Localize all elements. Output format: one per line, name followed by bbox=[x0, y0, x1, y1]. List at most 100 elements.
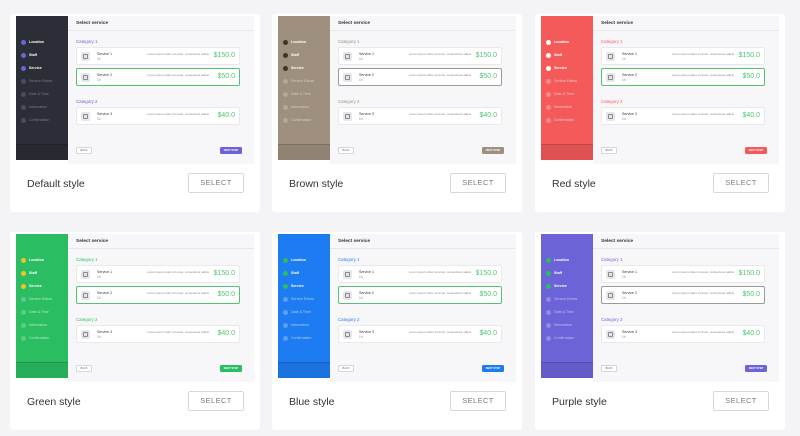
step-item[interactable]: Service Extras bbox=[21, 295, 52, 303]
step-item[interactable]: Service bbox=[21, 282, 42, 290]
step-item[interactable]: Date & Time bbox=[21, 90, 49, 98]
next-step-button[interactable]: NEXT STEP bbox=[745, 365, 767, 372]
step-item[interactable]: Date & Time bbox=[283, 308, 311, 316]
step-indicator-icon bbox=[546, 257, 551, 263]
step-item[interactable]: Location bbox=[546, 38, 569, 46]
step-item[interactable]: Location bbox=[21, 38, 44, 46]
step-item[interactable]: Confirmation bbox=[21, 116, 49, 124]
next-step-button[interactable]: NEXT STEP bbox=[220, 365, 242, 372]
back-button[interactable]: BACK bbox=[338, 147, 354, 154]
service-row[interactable]: Service 2 1h Lorem ipsum dolor sit amet, c… bbox=[338, 68, 502, 86]
step-item[interactable]: Information bbox=[546, 321, 572, 329]
back-button[interactable]: BACK bbox=[601, 365, 617, 372]
select-button[interactable]: SELECT bbox=[450, 173, 506, 193]
service-row[interactable]: Service 1 1h Lorem ipsum dolor sit amet, c… bbox=[76, 265, 240, 283]
step-item[interactable]: Location bbox=[546, 256, 569, 264]
step-item[interactable]: Service Extras bbox=[21, 77, 52, 85]
step-item[interactable]: Confirmation bbox=[546, 334, 574, 342]
step-item[interactable]: Information bbox=[21, 321, 47, 329]
step-item[interactable]: Date & Time bbox=[546, 308, 574, 316]
step-item[interactable]: Date & Time bbox=[283, 90, 311, 98]
select-button[interactable]: SELECT bbox=[188, 173, 244, 193]
service-row[interactable]: Service 1 1h Lorem ipsum dolor sit amet, c… bbox=[76, 47, 240, 65]
service-row[interactable]: Service 1 1h Lorem ipsum dolor sit amet, c… bbox=[338, 47, 502, 65]
step-item[interactable]: Staff bbox=[21, 51, 37, 59]
step-label: Confirmation bbox=[29, 336, 50, 340]
step-item[interactable]: Information bbox=[283, 321, 309, 329]
back-button[interactable]: BACK bbox=[601, 147, 617, 154]
service-name: Service 1 bbox=[359, 52, 374, 56]
service-row[interactable]: Service 2 1h Lorem ipsum dolor sit amet, c… bbox=[76, 286, 240, 304]
service-duration: 1h bbox=[359, 296, 363, 300]
step-item[interactable]: Confirmation bbox=[283, 334, 311, 342]
step-item[interactable]: Staff bbox=[21, 269, 37, 277]
preview-sidebar: Location Staff Service Service Extras Date &… bbox=[541, 16, 593, 160]
step-item[interactable]: Date & Time bbox=[546, 90, 574, 98]
service-duration: 1h bbox=[622, 78, 626, 82]
step-item[interactable]: Information bbox=[283, 103, 309, 111]
service-row[interactable]: Service 2 1h Lorem ipsum dolor sit amet, c… bbox=[601, 286, 765, 304]
step-item[interactable]: Location bbox=[21, 256, 44, 264]
back-button[interactable]: BACK bbox=[76, 365, 92, 372]
step-label: Information bbox=[554, 323, 572, 327]
service-row[interactable]: Service 3 1h Lorem ipsum dolor sit amet, c… bbox=[601, 107, 765, 125]
step-item[interactable]: Service bbox=[21, 64, 42, 72]
service-row[interactable]: Service 2 1h Lorem ipsum dolor sit amet, c… bbox=[338, 286, 502, 304]
step-item[interactable]: Confirmation bbox=[283, 116, 311, 124]
step-item[interactable]: Service Extras bbox=[283, 77, 314, 85]
step-label: Confirmation bbox=[291, 118, 312, 122]
header-divider bbox=[330, 248, 516, 249]
select-button[interactable]: SELECT bbox=[713, 173, 769, 193]
style-name: Default style bbox=[27, 178, 85, 190]
service-row[interactable]: Service 3 1h Lorem ipsum dolor sit amet, c… bbox=[76, 325, 240, 343]
step-item[interactable]: Staff bbox=[546, 51, 562, 59]
header-divider bbox=[68, 248, 254, 249]
step-item[interactable]: Information bbox=[546, 103, 572, 111]
step-item[interactable]: Staff bbox=[283, 51, 299, 59]
step-indicator-icon bbox=[283, 309, 288, 315]
select-button[interactable]: SELECT bbox=[713, 391, 769, 411]
service-row[interactable]: Service 3 1h Lorem ipsum dolor sit amet, c… bbox=[601, 325, 765, 343]
next-step-button[interactable]: NEXT STEP bbox=[482, 147, 504, 154]
step-label: Staff bbox=[29, 53, 37, 57]
select-button[interactable]: SELECT bbox=[450, 391, 506, 411]
step-item[interactable]: Date & Time bbox=[21, 308, 49, 316]
service-price: $40.0 bbox=[217, 112, 235, 119]
next-step-button[interactable]: NEXT STEP bbox=[745, 147, 767, 154]
step-indicator-icon bbox=[21, 270, 26, 276]
service-row[interactable]: Service 3 1h Lorem ipsum dolor sit amet, c… bbox=[76, 107, 240, 125]
step-item[interactable]: Confirmation bbox=[21, 334, 49, 342]
step-label: Confirmation bbox=[554, 336, 575, 340]
service-row[interactable]: Service 2 1h Lorem ipsum dolor sit amet, c… bbox=[601, 68, 765, 86]
service-row[interactable]: Service 3 1h Lorem ipsum dolor sit amet, c… bbox=[338, 107, 502, 125]
select-button[interactable]: SELECT bbox=[188, 391, 244, 411]
step-indicator-icon bbox=[283, 270, 288, 276]
step-item[interactable]: Staff bbox=[283, 269, 299, 277]
service-row[interactable]: Service 1 1h Lorem ipsum dolor sit amet, c… bbox=[601, 265, 765, 283]
step-item[interactable]: Confirmation bbox=[546, 116, 574, 124]
service-row[interactable]: Service 2 1h Lorem ipsum dolor sit amet, c… bbox=[76, 68, 240, 86]
back-button[interactable]: BACK bbox=[76, 147, 92, 154]
sidebar-footer bbox=[541, 362, 593, 378]
step-item[interactable]: Service Extras bbox=[546, 295, 577, 303]
service-image-icon bbox=[606, 112, 615, 121]
step-item[interactable]: Staff bbox=[546, 269, 562, 277]
service-row[interactable]: Service 3 1h Lorem ipsum dolor sit amet, c… bbox=[338, 325, 502, 343]
step-item[interactable]: Service bbox=[546, 282, 567, 290]
step-item[interactable]: Location bbox=[283, 256, 306, 264]
service-row[interactable]: Service 1 1h Lorem ipsum dolor sit amet, c… bbox=[601, 47, 765, 65]
step-item[interactable]: Service Extras bbox=[546, 77, 577, 85]
preview-title: Select service bbox=[338, 21, 371, 26]
category-heading: Category 1 bbox=[601, 257, 623, 262]
step-item[interactable]: Service bbox=[283, 282, 304, 290]
service-name: Service 3 bbox=[622, 330, 637, 334]
step-item[interactable]: Service Extras bbox=[283, 295, 314, 303]
step-item[interactable]: Location bbox=[283, 38, 306, 46]
next-step-button[interactable]: NEXT STEP bbox=[220, 147, 242, 154]
step-item[interactable]: Information bbox=[21, 103, 47, 111]
service-row[interactable]: Service 1 1h Lorem ipsum dolor sit amet, c… bbox=[338, 265, 502, 283]
next-step-button[interactable]: NEXT STEP bbox=[482, 365, 504, 372]
back-button[interactable]: BACK bbox=[338, 365, 354, 372]
step-item[interactable]: Service bbox=[546, 64, 567, 72]
step-item[interactable]: Service bbox=[283, 64, 304, 72]
